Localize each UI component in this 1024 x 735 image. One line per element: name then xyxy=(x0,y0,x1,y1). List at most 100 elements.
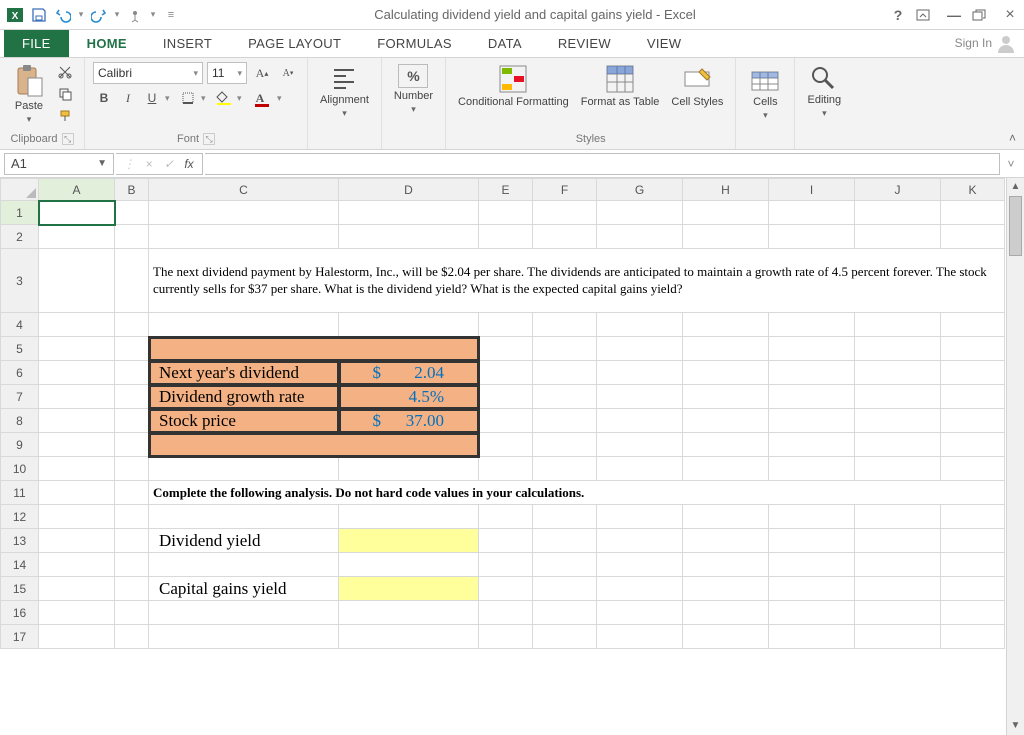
value-stock-price[interactable]: $ 37.00 xyxy=(339,409,479,433)
qat-more-icon[interactable]: ≡ xyxy=(160,4,182,26)
row-header-1[interactable]: 1 xyxy=(1,201,39,225)
row-header-3[interactable]: 3 xyxy=(1,249,39,313)
clipboard-dialog-launcher[interactable]: ⤡ xyxy=(62,133,74,145)
label-stock-price[interactable]: Stock price xyxy=(149,409,339,433)
tab-view[interactable]: VIEW xyxy=(629,30,699,57)
sign-in-button[interactable]: Sign In xyxy=(947,29,1024,57)
cell[interactable] xyxy=(115,201,149,225)
row-header-13[interactable]: 13 xyxy=(1,529,39,553)
label-dividend-yield[interactable]: Dividend yield xyxy=(149,529,339,553)
font-size-combo[interactable]: 11▾ xyxy=(207,62,247,84)
row-header-16[interactable]: 16 xyxy=(1,601,39,625)
col-header-C[interactable]: C xyxy=(149,179,339,201)
font-dialog-launcher[interactable]: ⤡ xyxy=(203,133,215,145)
label-capital-gains[interactable]: Capital gains yield xyxy=(149,577,339,601)
bold-button[interactable]: B xyxy=(93,88,115,108)
row-header-17[interactable]: 17 xyxy=(1,625,39,649)
row-header-2[interactable]: 2 xyxy=(1,225,39,249)
col-header-K[interactable]: K xyxy=(941,179,1005,201)
font-name-combo[interactable]: Calibri▾ xyxy=(93,62,203,84)
data-box-bottom[interactable] xyxy=(149,433,479,457)
label-next-dividend[interactable]: Next year's dividend xyxy=(149,361,339,385)
conditional-formatting-button[interactable]: Conditional Formatting xyxy=(454,62,573,110)
underline-button[interactable]: U xyxy=(141,88,163,108)
ribbon-display-icon[interactable] xyxy=(916,9,936,21)
question-text[interactable]: The next dividend payment by Halestorm, … xyxy=(149,249,1005,313)
borders-icon[interactable] xyxy=(177,88,199,108)
scroll-down-icon[interactable]: ▼ xyxy=(1007,717,1024,735)
underline-dropdown[interactable]: ▾ xyxy=(165,93,175,104)
col-header-F[interactable]: F xyxy=(533,179,597,201)
format-as-table-button[interactable]: Format as Table xyxy=(577,62,664,110)
col-header-G[interactable]: G xyxy=(597,179,683,201)
collapse-ribbon-icon[interactable]: ˄ xyxy=(1001,127,1024,149)
col-header-H[interactable]: H xyxy=(683,179,769,201)
row-header-14[interactable]: 14 xyxy=(1,553,39,577)
undo-dropdown-icon[interactable]: ▾ xyxy=(76,4,86,26)
insert-function-icon[interactable]: fx xyxy=(180,157,198,171)
number-dropdown-icon[interactable]: ▾ xyxy=(411,104,416,115)
tab-home[interactable]: HOME xyxy=(69,30,145,57)
name-box-dropdown-icon[interactable]: ▼ xyxy=(97,158,107,169)
tab-data[interactable]: DATA xyxy=(470,30,540,57)
col-header-A[interactable]: A xyxy=(39,179,115,201)
scroll-up-icon[interactable]: ▲ xyxy=(1007,178,1024,196)
editing-button[interactable]: Editing ▾ xyxy=(803,62,845,121)
cancel-formula-icon[interactable]: × xyxy=(140,157,158,171)
select-all-corner[interactable] xyxy=(1,179,39,201)
col-header-B[interactable]: B xyxy=(115,179,149,201)
cut-icon[interactable] xyxy=(54,62,76,82)
value-next-dividend[interactable]: $ 2.04 xyxy=(339,361,479,385)
alignment-dropdown-icon[interactable]: ▾ xyxy=(342,108,347,119)
paste-dropdown-icon[interactable]: ▾ xyxy=(27,114,32,125)
row-header-10[interactable]: 10 xyxy=(1,457,39,481)
label-growth-rate[interactable]: Dividend growth rate xyxy=(149,385,339,409)
name-box[interactable]: A1 ▼ xyxy=(4,153,114,175)
value-growth-rate[interactable]: 4.5% xyxy=(339,385,479,409)
row-header-8[interactable]: 8 xyxy=(1,409,39,433)
help-icon[interactable]: ? xyxy=(888,7,908,23)
editing-dropdown-icon[interactable]: ▾ xyxy=(822,108,827,119)
increase-font-icon[interactable]: A▴ xyxy=(251,63,273,83)
font-color-dropdown[interactable]: ▾ xyxy=(277,93,287,104)
row-header-4[interactable]: 4 xyxy=(1,313,39,337)
cells-dropdown-icon[interactable]: ▾ xyxy=(763,110,768,121)
decrease-font-icon[interactable]: A▾ xyxy=(277,63,299,83)
fill-dropdown[interactable]: ▾ xyxy=(237,93,247,104)
close-icon[interactable]: × xyxy=(1000,6,1020,24)
expand-formula-bar-icon[interactable]: ˅ xyxy=(1002,157,1020,171)
cell-styles-button[interactable]: Cell Styles xyxy=(667,62,727,110)
format-painter-icon[interactable] xyxy=(54,106,76,126)
qat-customize-icon[interactable]: ▾ xyxy=(148,4,158,26)
minimize-icon[interactable]: — xyxy=(944,7,964,23)
paste-button[interactable]: Paste ▾ xyxy=(8,62,50,127)
row-header-11[interactable]: 11 xyxy=(1,481,39,505)
instruction-text[interactable]: Complete the following analysis. Do not … xyxy=(149,481,1005,505)
tab-review[interactable]: REVIEW xyxy=(540,30,629,57)
redo-dropdown-icon[interactable]: ▾ xyxy=(112,4,122,26)
col-header-D[interactable]: D xyxy=(339,179,479,201)
save-icon[interactable] xyxy=(28,4,50,26)
cells-button[interactable]: Cells ▾ xyxy=(744,62,786,123)
fill-color-icon[interactable] xyxy=(213,88,235,108)
col-header-E[interactable]: E xyxy=(479,179,533,201)
spreadsheet-grid[interactable]: A B C D E F G H I J K 1 2 xyxy=(0,178,1005,649)
tab-formulas[interactable]: FORMULAS xyxy=(359,30,470,57)
tab-insert[interactable]: INSERT xyxy=(145,30,230,57)
enter-formula-icon[interactable]: ✓ xyxy=(160,157,178,171)
row-header-5[interactable]: 5 xyxy=(1,337,39,361)
alignment-button[interactable]: Alignment ▾ xyxy=(316,62,373,121)
col-header-I[interactable]: I xyxy=(769,179,855,201)
touch-mode-icon[interactable] xyxy=(124,4,146,26)
cell-A1[interactable] xyxy=(39,201,115,225)
number-format-button[interactable]: % Number ▾ xyxy=(390,62,437,117)
undo-icon[interactable] xyxy=(52,4,74,26)
scroll-thumb[interactable] xyxy=(1009,196,1022,256)
restore-icon[interactable] xyxy=(972,9,992,21)
row-header-12[interactable]: 12 xyxy=(1,505,39,529)
data-box-top[interactable] xyxy=(149,337,479,361)
row-header-7[interactable]: 7 xyxy=(1,385,39,409)
copy-icon[interactable] xyxy=(54,84,76,104)
row-header-15[interactable]: 15 xyxy=(1,577,39,601)
borders-dropdown[interactable]: ▾ xyxy=(201,93,211,104)
